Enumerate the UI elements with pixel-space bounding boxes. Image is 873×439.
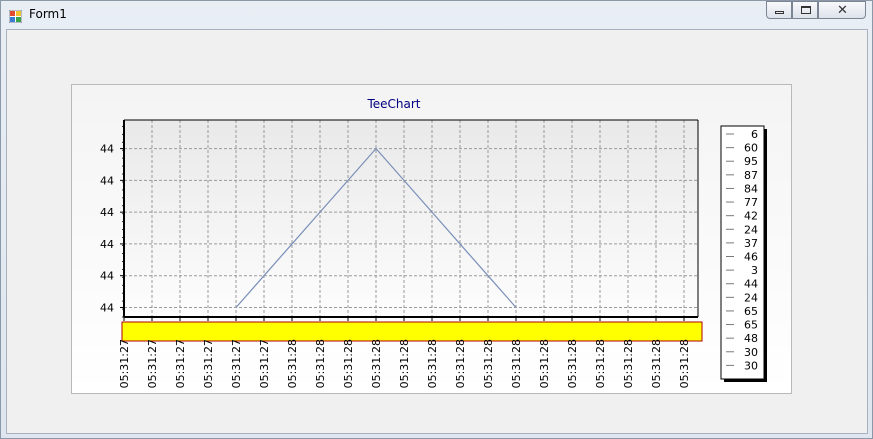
legend-item-label: 84 bbox=[744, 182, 758, 195]
x-tick-label: 05:31:28 bbox=[594, 339, 607, 388]
legend-item-label: 95 bbox=[744, 155, 758, 168]
y-tick-label: 44 bbox=[100, 270, 114, 283]
x-tick-label: 05:31:28 bbox=[678, 339, 691, 388]
x-tick-label: 05:31:27 bbox=[230, 339, 243, 388]
title-bar[interactable]: Form1 ✕ bbox=[1, 1, 872, 28]
y-axis-labels: 44 44 44 44 44 44 bbox=[100, 125, 124, 318]
close-button[interactable]: ✕ bbox=[818, 1, 866, 19]
x-tick-label: 05:31:28 bbox=[370, 339, 383, 388]
legend-item-label: 37 bbox=[744, 237, 758, 250]
y-tick-label: 44 bbox=[100, 206, 114, 219]
legend: 6609587847742243746344246565483030 bbox=[720, 125, 767, 382]
legend-item-label: 42 bbox=[744, 210, 758, 223]
chart-title: TeeChart bbox=[366, 97, 420, 111]
minimize-icon bbox=[775, 11, 784, 14]
window-title: Form1 bbox=[29, 7, 67, 21]
legend-item-label: 30 bbox=[744, 359, 758, 372]
legend-item-label: 65 bbox=[744, 305, 758, 318]
y-tick-label: 44 bbox=[100, 238, 114, 251]
legend-item-label: 77 bbox=[744, 196, 758, 209]
plot-background bbox=[124, 120, 698, 317]
restore-button[interactable] bbox=[792, 1, 818, 19]
x-tick-label: 05:31:28 bbox=[622, 339, 635, 388]
x-tick-label: 05:31:27 bbox=[118, 339, 131, 388]
restore-icon bbox=[801, 6, 811, 14]
x-tick-label: 05:31:28 bbox=[286, 339, 299, 388]
legend-item-label: 6 bbox=[751, 128, 758, 141]
window: Form1 ✕ TeeChart 44 44 44 44 44 44 05:31:27 05… bbox=[0, 0, 873, 439]
close-icon: ✕ bbox=[837, 3, 848, 18]
plot-area bbox=[124, 120, 698, 317]
x-tick-label: 05:31:28 bbox=[454, 339, 467, 388]
legend-item-label: 24 bbox=[744, 291, 758, 304]
legend-item-label: 48 bbox=[744, 332, 758, 345]
x-tick-label: 05:31:27 bbox=[174, 339, 187, 388]
minimize-button[interactable] bbox=[766, 1, 792, 19]
x-tick-label: 05:31:28 bbox=[482, 339, 495, 388]
x-tick-label: 05:31:28 bbox=[426, 339, 439, 388]
x-tick-label: 05:31:28 bbox=[398, 339, 411, 388]
y-tick-label: 44 bbox=[100, 143, 114, 156]
x-label-highlight bbox=[121, 321, 703, 342]
teechart-panel: TeeChart 44 44 44 44 44 44 05:31:27 05:31:27 05… bbox=[71, 84, 792, 394]
x-tick-label: 05:31:27 bbox=[258, 339, 271, 388]
legend-item-label: 60 bbox=[744, 142, 758, 155]
legend-item-label: 44 bbox=[744, 278, 758, 291]
legend-item-label: 3 bbox=[751, 264, 758, 277]
window-controls: ✕ bbox=[766, 1, 866, 20]
x-tick-label: 05:31:28 bbox=[314, 339, 327, 388]
x-axis-label-band bbox=[121, 321, 703, 342]
legend-item-label: 46 bbox=[744, 251, 758, 264]
legend-item-label: 24 bbox=[744, 223, 758, 236]
x-tick-label: 05:31:28 bbox=[538, 339, 551, 388]
y-tick-label: 44 bbox=[100, 301, 114, 314]
x-tick-label: 05:31:28 bbox=[342, 339, 355, 388]
legend-item-label: 87 bbox=[744, 169, 758, 182]
x-tick-label: 05:31:28 bbox=[510, 339, 523, 388]
chart-svg: TeeChart 44 44 44 44 44 44 05:31:27 05:31:27 05… bbox=[100, 97, 767, 388]
x-tick-label: 05:31:28 bbox=[566, 339, 579, 388]
y-tick-label: 44 bbox=[100, 174, 114, 187]
legend-item-label: 30 bbox=[744, 346, 758, 359]
app-icon bbox=[8, 8, 23, 24]
legend-item-label: 65 bbox=[744, 319, 758, 332]
x-tick-label: 05:31:27 bbox=[146, 339, 159, 388]
x-tick-label: 05:31:27 bbox=[202, 339, 215, 388]
x-tick-label: 05:31:28 bbox=[650, 339, 663, 388]
